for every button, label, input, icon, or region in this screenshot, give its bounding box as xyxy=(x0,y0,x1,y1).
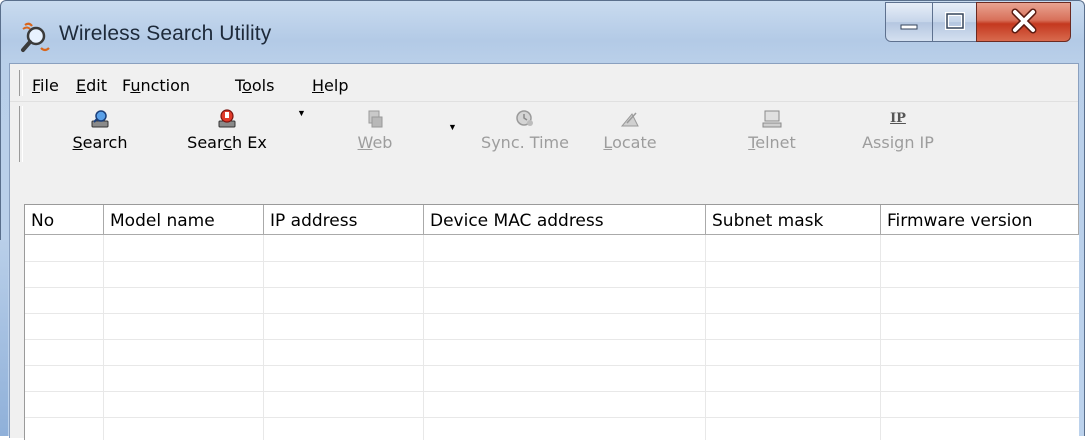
grid-line xyxy=(25,287,1079,288)
sync-time-label: Sync. Time xyxy=(481,133,569,152)
minimize-icon xyxy=(900,24,918,30)
grid-line xyxy=(25,261,1079,262)
search-label: Search xyxy=(60,133,140,152)
web-icon xyxy=(368,110,383,128)
web-button[interactable]: Web xyxy=(340,102,410,162)
web-label-post: eb xyxy=(372,133,393,152)
minimize-button[interactable] xyxy=(885,2,933,42)
locate-button[interactable]: Locate xyxy=(590,102,670,162)
menu-file[interactable]: File xyxy=(32,76,59,95)
locate-icon xyxy=(620,112,639,127)
menu-function-accel: u xyxy=(130,76,141,95)
column-header-ip-address[interactable]: IP address xyxy=(264,205,424,235)
grid-line xyxy=(25,365,1079,366)
close-icon xyxy=(1011,8,1037,34)
search-ex-label-pre: Sear xyxy=(187,133,224,152)
menu-grip[interactable] xyxy=(19,70,23,96)
menu-help[interactable]: Help xyxy=(312,76,348,95)
web-dropdown-arrow[interactable]: ▼ xyxy=(448,122,457,132)
toolbar: Search Search Ex ▼ Web ▼ Sync. Time Loca… xyxy=(10,102,1078,198)
window-edge xyxy=(0,240,8,436)
grid-line xyxy=(705,235,706,440)
search-ex-button[interactable]: Search Ex xyxy=(175,102,279,162)
menu-help-label-rest: elp xyxy=(324,76,349,95)
grid-line xyxy=(25,417,1079,418)
menu-edit[interactable]: Edit xyxy=(76,76,107,95)
grid-line xyxy=(25,339,1079,340)
locate-label-accel: L xyxy=(603,133,613,152)
menu-tools-label-rest: ols xyxy=(251,76,275,95)
grid-line xyxy=(263,235,264,440)
search-button[interactable]: Search xyxy=(60,102,140,162)
grid-line xyxy=(880,235,881,440)
web-label: Web xyxy=(340,133,410,152)
sync-time-button[interactable]: Sync. Time xyxy=(470,102,580,162)
column-header-model-name[interactable]: Model name xyxy=(104,205,264,235)
title-bar[interactable]: Wireless Search Utility xyxy=(1,1,1084,63)
app-window: Wireless Search Utility File Edit Functi… xyxy=(0,0,1085,440)
menu-function[interactable]: Function xyxy=(122,76,190,95)
search-icon xyxy=(91,110,109,128)
grid-line xyxy=(25,313,1079,314)
telnet-label-post: elnet xyxy=(755,133,796,152)
column-header-mac-address[interactable]: Device MAC address xyxy=(424,205,706,235)
assign-ip-label-accel: g xyxy=(894,133,905,152)
search-ex-dropdown-arrow[interactable]: ▼ xyxy=(297,108,306,118)
sync-time-icon xyxy=(516,110,533,126)
assign-ip-label: Assign IP xyxy=(848,133,948,152)
telnet-button[interactable]: Telnet xyxy=(732,102,812,162)
locate-label: Locate xyxy=(590,133,670,152)
menu-file-accel: F xyxy=(32,76,41,95)
menu-function-label-rest: nction xyxy=(140,76,191,95)
client-area: File Edit Function Tools Help Search Sea… xyxy=(9,63,1079,440)
menu-bar: File Edit Function Tools Help xyxy=(10,64,1078,102)
menu-tools[interactable]: Tools xyxy=(235,76,274,95)
close-button[interactable] xyxy=(976,2,1071,42)
maximize-button[interactable] xyxy=(932,2,977,42)
locate-label-post: ocate xyxy=(612,133,657,152)
magnifier-search-icon xyxy=(21,22,50,52)
maximize-icon xyxy=(945,12,965,30)
search-ex-icon xyxy=(218,109,236,128)
window-title: Wireless Search Utility xyxy=(59,22,272,45)
assign-ip-label-post: n IP xyxy=(904,133,934,152)
search-label-accel: S xyxy=(72,133,83,152)
grid-line xyxy=(103,235,104,440)
telnet-icon xyxy=(762,110,782,128)
search-ex-label: Search Ex xyxy=(175,133,279,152)
search-label-post: earch xyxy=(82,133,128,152)
search-ex-label-accel: c xyxy=(223,133,232,152)
device-table[interactable]: No Model name IP address Device MAC addr… xyxy=(24,204,1079,440)
menu-edit-accel: E xyxy=(76,76,87,95)
menu-file-label-rest: ile xyxy=(40,76,59,95)
grid-line xyxy=(25,391,1079,392)
assign-ip-icon: IP xyxy=(890,111,906,126)
grid-line xyxy=(423,235,424,440)
menu-edit-label-rest: dit xyxy=(86,76,107,95)
menu-tools-accel: o xyxy=(242,76,252,95)
web-label-accel: W xyxy=(357,133,373,152)
telnet-label: Telnet xyxy=(732,133,812,152)
menu-help-accel: H xyxy=(312,76,325,95)
column-header-subnet-mask[interactable]: Subnet mask xyxy=(706,205,881,235)
toolbar-grip[interactable] xyxy=(19,106,23,162)
search-ex-label-post: h Ex xyxy=(232,133,267,152)
assign-ip-button[interactable]: IP Assign IP xyxy=(848,102,948,162)
menu-tools-label: T xyxy=(235,76,243,95)
assign-ip-label-pre: Assi xyxy=(862,133,895,152)
column-header-no[interactable]: No xyxy=(25,205,104,235)
column-header-firmware-version[interactable]: Firmware version xyxy=(881,205,1079,235)
